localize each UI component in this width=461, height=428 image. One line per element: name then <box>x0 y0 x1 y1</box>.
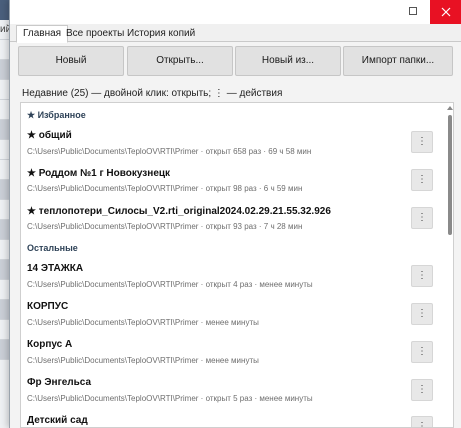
recent-projects-list: ★ Избранное ★ общий C:\Users\Public\Docu… <box>20 102 454 428</box>
maximize-icon <box>409 7 417 15</box>
section-others: Остальные <box>27 243 78 253</box>
tab-all-projects[interactable]: Все проекты <box>60 26 130 42</box>
item-actions-button[interactable]: ⋮ <box>411 265 433 287</box>
list-scrollbar[interactable] <box>445 103 453 427</box>
close-icon <box>441 7 451 17</box>
project-meta: C:\Users\Public\Documents\TeploOV\RTI\Pr… <box>27 280 313 289</box>
section-favorites: ★ Избранное <box>27 110 86 120</box>
recent-hint: Недавние (25) — двойной клик: открыть; ⋮… <box>22 88 283 99</box>
item-actions-button[interactable]: ⋮ <box>411 416 433 427</box>
open-button[interactable]: Открыть... <box>127 46 233 76</box>
project-meta: C:\Users\Public\Documents\TeploOV\RTI\Pr… <box>27 394 313 403</box>
scroll-up-arrow-icon[interactable] <box>447 106 453 110</box>
project-title: 14 ЭТАЖКА <box>27 263 84 274</box>
import-folder-button[interactable]: Импорт папки... <box>343 46 453 76</box>
scroll-thumb[interactable] <box>448 115 452 235</box>
project-meta: C:\Users\Public\Documents\TeploOV\RTI\Pr… <box>27 222 303 231</box>
project-meta: C:\Users\Public\Documents\TeploOV\RTI\Pr… <box>27 184 303 193</box>
project-title: Детский сад <box>27 415 88 426</box>
item-actions-button[interactable]: ⋮ <box>411 169 433 191</box>
project-title: Корпус А <box>27 339 73 350</box>
project-dialog: Главная Все проекты История копий Новый … <box>9 0 461 428</box>
project-title: ★ теплопотери_Силосы_V2.rti_original2024… <box>27 206 331 217</box>
project-meta: C:\Users\Public\Documents\TeploOV\RTI\Pr… <box>27 318 259 327</box>
tab-backup-history[interactable]: История копий <box>121 26 201 42</box>
item-actions-button[interactable]: ⋮ <box>411 131 433 153</box>
item-actions-button[interactable]: ⋮ <box>411 303 433 325</box>
item-actions-button[interactable]: ⋮ <box>411 379 433 401</box>
item-actions-button[interactable]: ⋮ <box>411 207 433 229</box>
project-title: КОРПУС <box>27 301 69 312</box>
tab-bar: Главная Все проекты История копий <box>10 24 461 43</box>
project-meta: C:\Users\Public\Documents\TeploOV\RTI\Pr… <box>27 356 259 365</box>
new-from-button[interactable]: Новый из... <box>235 46 341 76</box>
project-title: ★ общий <box>27 130 72 141</box>
title-bar <box>10 0 461 24</box>
project-title: ★ Роддом №1 г Новокузнецк <box>27 168 171 179</box>
item-actions-button[interactable]: ⋮ <box>411 341 433 363</box>
project-title: Фр Энгельса <box>27 377 92 388</box>
new-button[interactable]: Новый <box>18 46 124 76</box>
close-button[interactable] <box>430 0 461 24</box>
project-meta: C:\Users\Public\Documents\TeploOV\RTI\Pr… <box>27 147 312 156</box>
maximize-button[interactable] <box>406 4 420 18</box>
